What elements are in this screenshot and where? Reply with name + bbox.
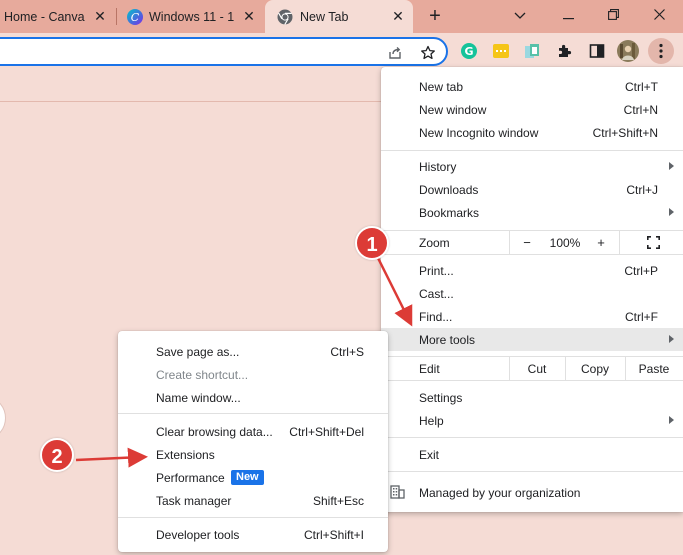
arrow-to-extensions (75, 447, 148, 468)
step-marker-2: 2 (40, 438, 74, 472)
step-marker-1: 1 (355, 226, 389, 260)
annotation-arrows (75, 257, 413, 468)
arrow-to-more-tools (376, 257, 413, 327)
